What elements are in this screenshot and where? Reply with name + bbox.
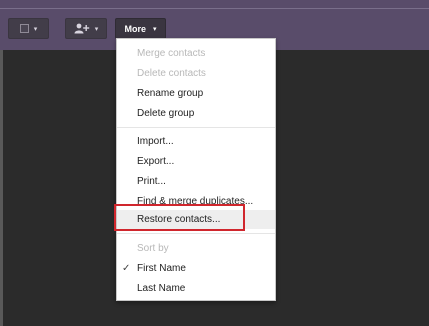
top-divider [0, 8, 429, 9]
menu-item-find-merge-duplicates[interactable]: Find & merge duplicates... [117, 192, 275, 211]
menu-item-merge-contacts: Merge contacts [137, 48, 206, 59]
content-panel-edge [0, 50, 3, 326]
menu-item-sort-last-name[interactable]: Last Name [117, 279, 275, 298]
menu-separator [117, 127, 275, 128]
more-button-label: More [124, 23, 146, 34]
more-dropdown-menu: Merge contacts Delete contacts Rename gr… [116, 38, 276, 301]
more-button[interactable]: More ▾ [115, 18, 166, 39]
select-button[interactable]: ▾ [8, 18, 49, 39]
menu-item-print[interactable]: Print... [117, 172, 275, 191]
chevron-down-icon: ▾ [33, 25, 38, 33]
menu-item-delete-contacts: Delete contacts [137, 68, 206, 79]
menu-item-export[interactable]: Export... [117, 152, 275, 171]
add-person-icon [74, 23, 89, 34]
chevron-down-icon: ▾ [153, 25, 157, 33]
menu-item-delete-group[interactable]: Delete group [117, 104, 275, 123]
menu-item-restore-contacts[interactable]: Restore contacts... [117, 210, 275, 229]
menu-item-sort-first-name[interactable]: ✓ First Name [117, 259, 275, 278]
sort-by-heading: Sort by [137, 243, 169, 254]
menu-item-rename-group[interactable]: Rename group [117, 84, 275, 103]
menu-separator [117, 233, 275, 234]
menu-item-import[interactable]: Import... [117, 132, 275, 151]
chevron-down-icon: ▾ [94, 25, 99, 33]
add-contact-to-group-button[interactable]: ▾ [65, 18, 107, 39]
checkmark-icon: ✓ [122, 263, 131, 274]
checkbox-icon[interactable] [19, 24, 29, 33]
